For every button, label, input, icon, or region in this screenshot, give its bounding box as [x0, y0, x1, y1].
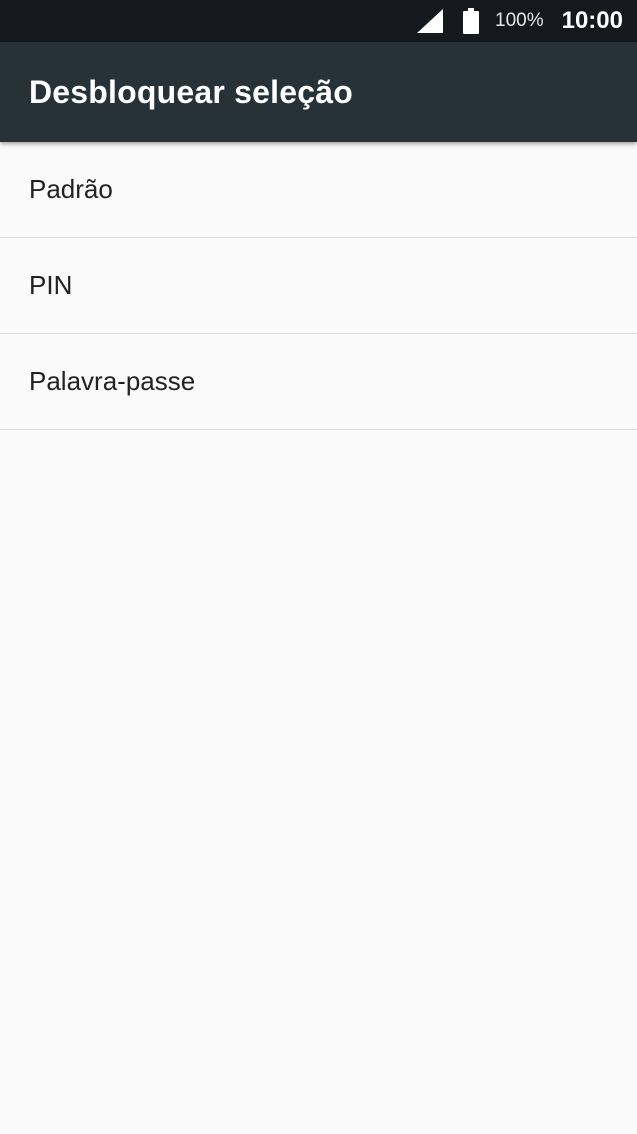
option-label: Padrão — [29, 174, 113, 204]
unlock-options-list: Padrão PIN Palavra-passe — [0, 142, 637, 430]
option-label: Palavra-passe — [29, 366, 196, 396]
screen: 100% 10:00 Desbloquear seleção Padrão PI… — [0, 0, 637, 1134]
page-title: Desbloquear seleção — [29, 73, 353, 110]
battery-icon — [463, 8, 479, 34]
status-clock: 10:00 — [561, 7, 623, 34]
cell-signal-icon — [417, 9, 443, 33]
app-bar: Desbloquear seleção — [0, 42, 637, 142]
option-label: PIN — [29, 270, 73, 300]
option-pattern[interactable]: Padrão — [0, 142, 637, 238]
status-bar: 100% 10:00 — [0, 0, 637, 42]
option-pin[interactable]: PIN — [0, 238, 637, 334]
option-password[interactable]: Palavra-passe — [0, 334, 637, 430]
battery-percentage: 100% — [495, 10, 544, 31]
